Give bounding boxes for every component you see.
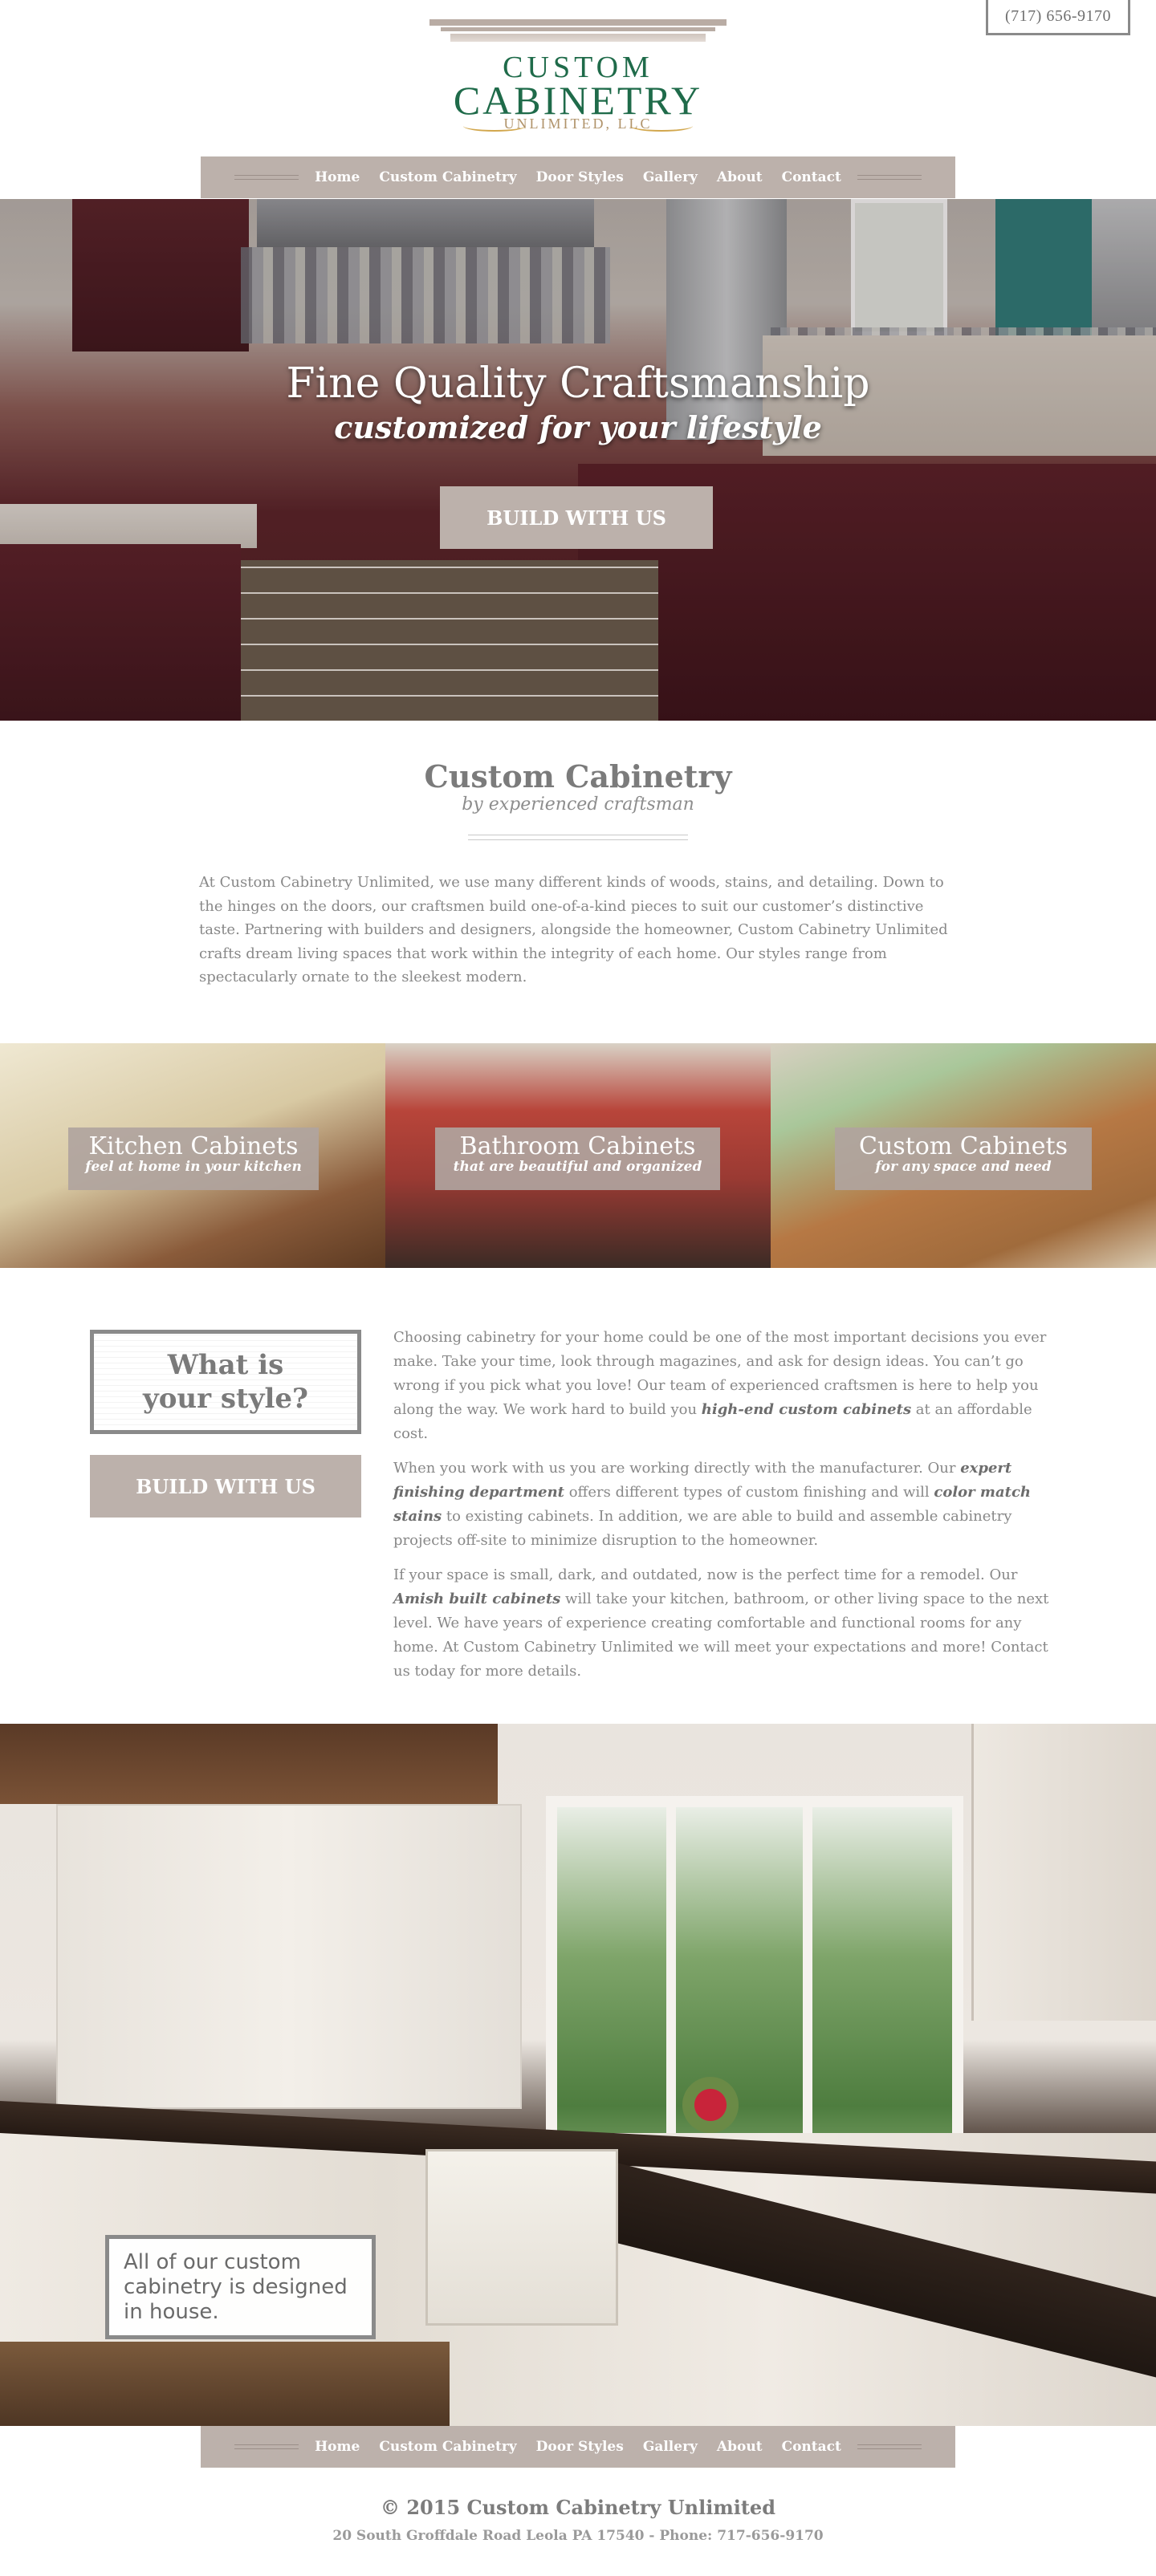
style-paragraph-1: Choosing cabinetry for your home could b… <box>393 1326 1052 1446</box>
hero-subtitle: customized for your lifestyle <box>334 409 822 445</box>
category-label: Bathroom Cabinets that are beautiful and… <box>435 1128 720 1190</box>
footer-nav: Home Custom Cabinetry Door Styles Galler… <box>201 2426 955 2468</box>
nav-contact[interactable]: Contact <box>772 169 851 185</box>
nav-custom-cabinetry[interactable]: Custom Cabinetry <box>369 2439 526 2455</box>
nav-rule-right <box>857 2444 922 2449</box>
category-title: Bathroom Cabinets <box>459 1132 696 1160</box>
hero-banner: Fine Quality Craftsmanship customized fo… <box>0 199 1156 721</box>
category-label: Custom Cabinets for any space and need <box>835 1128 1092 1190</box>
style-question-box: What is your style? <box>90 1330 361 1434</box>
logo-cap-bottom <box>450 34 706 42</box>
nav-door-styles[interactable]: Door Styles <box>527 169 633 185</box>
intro-divider <box>468 835 688 840</box>
nav-home[interactable]: Home <box>305 169 369 185</box>
nav-rule-left <box>234 175 299 180</box>
nav-gallery[interactable]: Gallery <box>633 169 707 185</box>
category-subtitle: for any space and need <box>875 1159 1052 1175</box>
nav-about[interactable]: About <box>707 2439 772 2455</box>
emphasis-high-end: high-end custom cabinets <box>701 1401 912 1418</box>
style-paragraph-2: When you work with us you are working di… <box>393 1457 1052 1553</box>
style-paragraph-3: If your space is small, dark, and outdat… <box>393 1563 1052 1684</box>
category-subtitle: feel at home in your kitchen <box>85 1159 302 1175</box>
kitchen-wood-ceiling <box>0 1724 498 1804</box>
kitchen-flowers <box>682 2077 739 2133</box>
nav-rule-left <box>234 2444 299 2449</box>
text-run: If your space is small, dark, and outdat… <box>393 1566 1018 1583</box>
kitchen-farmhouse-sink <box>425 2149 618 2326</box>
footer-copyright: © 2015 Custom Cabinetry Unlimited <box>381 2496 775 2519</box>
text-run: offers different types of custom finishi… <box>564 1484 934 1501</box>
hero-overlay <box>0 199 1156 721</box>
style-description: Choosing cabinetry for your home could b… <box>393 1326 1052 1694</box>
kitchen-upper-cabinets <box>56 1804 522 2109</box>
logo-cap-top <box>429 19 727 26</box>
category-tile-kitchen[interactable]: Kitchen Cabinets feel at home in your ki… <box>0 1043 385 1268</box>
nav-gallery[interactable]: Gallery <box>633 2439 707 2455</box>
kitchen-note-box: All of our custom cabinetry is designed … <box>105 2235 376 2339</box>
nav-rule-right <box>857 175 922 180</box>
emphasis-amish: Amish built cabinets <box>393 1591 561 1607</box>
nav-about[interactable]: About <box>707 169 772 185</box>
style-question-text: What is your style? <box>143 1348 308 1416</box>
intro-subtitle: by experienced craftsman <box>462 794 694 815</box>
nav-custom-cabinetry[interactable]: Custom Cabinetry <box>369 169 526 185</box>
text-run: to existing cabinets. In addition, we ar… <box>393 1508 1012 1549</box>
logo-swirl-right <box>630 120 693 132</box>
nav-door-styles[interactable]: Door Styles <box>527 2439 633 2455</box>
category-tile-custom[interactable]: Custom Cabinets for any space and need <box>771 1043 1156 1268</box>
text-run: When you work with us you are working di… <box>393 1460 961 1477</box>
kitchen-wood-floor <box>0 2342 450 2426</box>
category-tile-bathroom[interactable]: Bathroom Cabinets that are beautiful and… <box>385 1043 771 1268</box>
category-title: Kitchen Cabinets <box>88 1132 299 1160</box>
intro-paragraph: At Custom Cabinetry Unlimited, we use ma… <box>199 874 948 985</box>
footer-address: 20 South Groffdale Road Leola PA 17540 -… <box>332 2528 824 2544</box>
nav-contact[interactable]: Contact <box>772 2439 851 2455</box>
category-subtitle: that are beautiful and organized <box>453 1159 702 1175</box>
style-question-line2: your style? <box>143 1383 308 1415</box>
hero-build-button[interactable]: BUILD WITH US <box>440 486 713 549</box>
kitchen-upper-cabinet-right <box>971 1724 1156 2021</box>
site-logo[interactable]: CUSTOM CABINETRY UNLIMITED, LLC <box>429 19 727 140</box>
main-nav: Home Custom Cabinetry Door Styles Galler… <box>201 156 955 198</box>
phone-number[interactable]: (717) 656-9170 <box>986 0 1130 35</box>
hero-title: Fine Quality Craftsmanship <box>286 360 870 408</box>
style-build-button[interactable]: BUILD WITH US <box>90 1455 361 1518</box>
logo-cap-middle <box>441 27 715 31</box>
intro-title: Custom Cabinetry <box>424 758 732 794</box>
category-label: Kitchen Cabinets feel at home in your ki… <box>68 1128 319 1190</box>
category-title: Custom Cabinets <box>859 1132 1068 1160</box>
nav-home[interactable]: Home <box>305 2439 369 2455</box>
style-question-line1: What is <box>167 1349 284 1381</box>
